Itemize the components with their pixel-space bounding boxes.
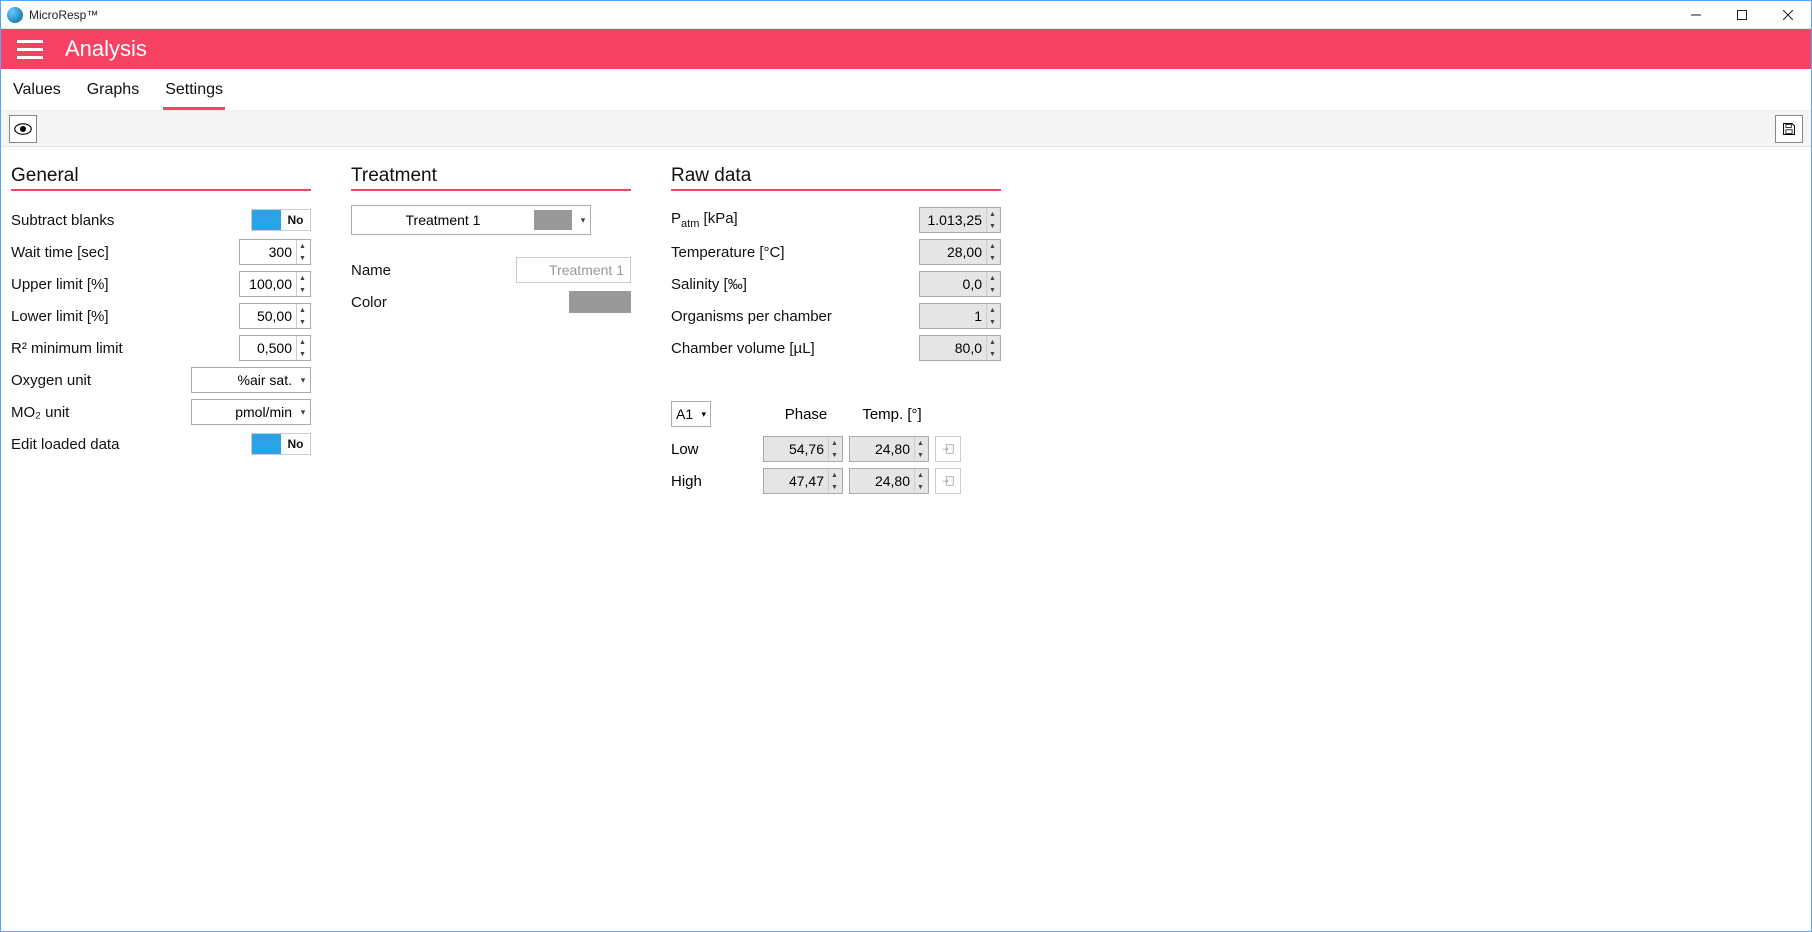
chamber-volume-input[interactable]: ▲▼ bbox=[919, 335, 1001, 361]
well-select[interactable]: A1▾ bbox=[671, 401, 711, 427]
minimize-button[interactable] bbox=[1673, 1, 1719, 29]
tab-values[interactable]: Values bbox=[11, 77, 63, 110]
edit-loaded-label: Edit loaded data bbox=[11, 436, 251, 453]
oxygen-unit-select[interactable]: %air sat.▾ bbox=[191, 367, 311, 393]
treatment-color-picker[interactable] bbox=[569, 291, 631, 313]
window-titlebar: MicroResp™ bbox=[1, 1, 1811, 29]
content-area: General Subtract blanks No Wait time [se… bbox=[1, 147, 1811, 515]
lower-limit-label: Lower limit [%] bbox=[11, 308, 239, 325]
raw-data-section: Raw data Patm [kPa] ▲▼ Temperature [°C] … bbox=[671, 165, 1001, 497]
temp-header: Temp. [°] bbox=[849, 406, 935, 423]
app-icon bbox=[7, 7, 23, 23]
close-button[interactable] bbox=[1765, 1, 1811, 29]
low-apply-button[interactable] bbox=[935, 436, 961, 462]
high-label: High bbox=[671, 473, 757, 490]
salinity-input[interactable]: ▲▼ bbox=[919, 271, 1001, 297]
high-phase-input[interactable]: ▲▼ bbox=[763, 468, 843, 494]
app-header: Analysis bbox=[1, 29, 1811, 69]
low-phase-input[interactable]: ▲▼ bbox=[763, 436, 843, 462]
maximize-button[interactable] bbox=[1719, 1, 1765, 29]
treatment-name-input[interactable] bbox=[516, 257, 631, 283]
toolbar bbox=[1, 111, 1811, 147]
tab-graphs[interactable]: Graphs bbox=[85, 77, 141, 110]
edit-loaded-toggle[interactable]: No bbox=[251, 433, 311, 455]
high-apply-button[interactable] bbox=[935, 468, 961, 494]
r2-min-label: R² minimum limit bbox=[11, 340, 239, 357]
low-temp-input[interactable]: ▲▼ bbox=[849, 436, 929, 462]
lower-limit-input[interactable]: ▲▼ bbox=[239, 303, 311, 329]
mo2-unit-select[interactable]: pmol/min▾ bbox=[191, 399, 311, 425]
salinity-label: Salinity [‰] bbox=[671, 276, 919, 293]
temperature-label: Temperature [°C] bbox=[671, 244, 919, 261]
patm-label: Patm [kPa] bbox=[671, 210, 919, 230]
patm-input[interactable]: ▲▼ bbox=[919, 207, 1001, 233]
wait-time-input[interactable]: ▲▼ bbox=[239, 239, 311, 265]
treatment-color-label: Color bbox=[351, 294, 569, 311]
page-title: Analysis bbox=[65, 36, 147, 62]
mo2-unit-label: MO₂ unit bbox=[11, 404, 191, 421]
organisms-label: Organisms per chamber bbox=[671, 308, 919, 325]
treatment-name-label: Name bbox=[351, 262, 516, 279]
organisms-input[interactable]: ▲▼ bbox=[919, 303, 1001, 329]
treatment-title: Treatment bbox=[351, 165, 631, 191]
window-title: MicroResp™ bbox=[29, 8, 1673, 22]
wait-time-label: Wait time [sec] bbox=[11, 244, 239, 261]
tab-settings[interactable]: Settings bbox=[163, 77, 225, 110]
save-button[interactable] bbox=[1775, 115, 1803, 143]
low-label: Low bbox=[671, 441, 757, 458]
upper-limit-input[interactable]: ▲▼ bbox=[239, 271, 311, 297]
menu-icon[interactable] bbox=[17, 34, 47, 64]
temperature-input[interactable]: ▲▼ bbox=[919, 239, 1001, 265]
view-button[interactable] bbox=[9, 115, 37, 143]
oxygen-unit-label: Oxygen unit bbox=[11, 372, 191, 389]
phase-header: Phase bbox=[763, 406, 849, 423]
general-title: General bbox=[11, 165, 311, 191]
treatment-section: Treatment Treatment 1 ▾ Name Color bbox=[351, 165, 631, 497]
tab-bar: Values Graphs Settings bbox=[1, 69, 1811, 111]
subtract-blanks-label: Subtract blanks bbox=[11, 212, 251, 229]
raw-data-title: Raw data bbox=[671, 165, 1001, 191]
general-section: General Subtract blanks No Wait time [se… bbox=[11, 165, 311, 497]
treatment-select[interactable]: Treatment 1 ▾ bbox=[351, 205, 591, 235]
subtract-blanks-toggle[interactable]: No bbox=[251, 209, 311, 231]
r2-min-input[interactable]: ▲▼ bbox=[239, 335, 311, 361]
upper-limit-label: Upper limit [%] bbox=[11, 276, 239, 293]
chamber-volume-label: Chamber volume [µL] bbox=[671, 340, 919, 357]
treatment-color-swatch-icon bbox=[534, 210, 572, 230]
high-temp-input[interactable]: ▲▼ bbox=[849, 468, 929, 494]
